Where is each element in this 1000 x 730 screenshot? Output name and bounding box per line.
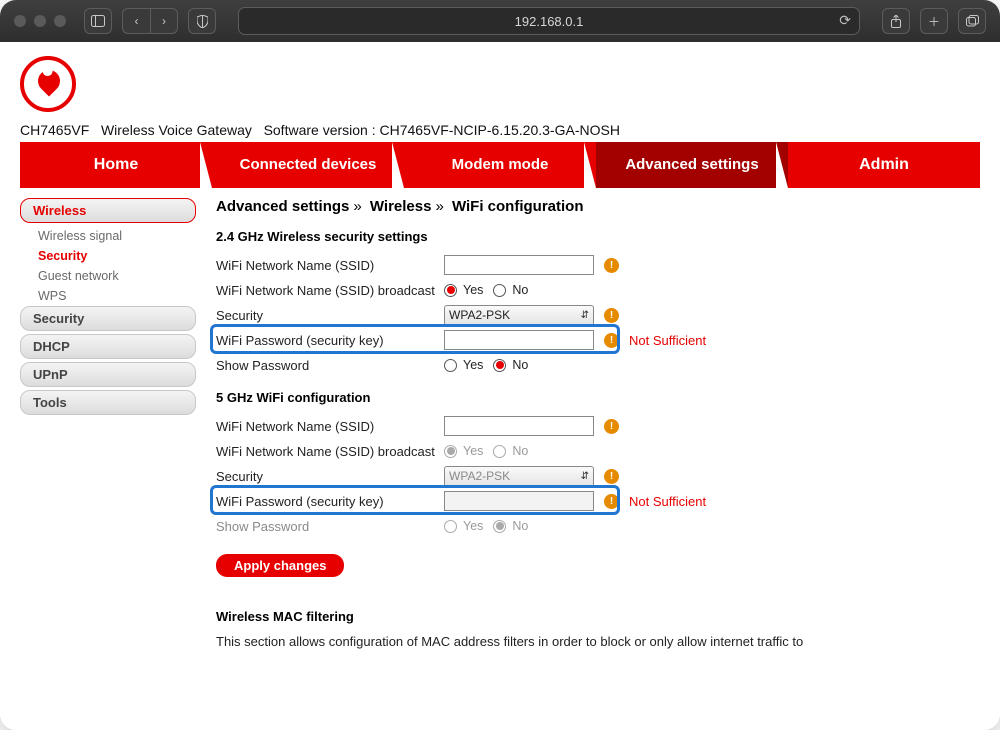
chevron-updown-icon: ⇵ xyxy=(581,471,589,482)
sidebar-sub-wps[interactable]: WPS xyxy=(20,286,196,306)
radio-bcast5-yes xyxy=(444,445,457,458)
back-button[interactable]: ‹ xyxy=(122,8,150,34)
warning-icon: ! xyxy=(604,258,619,273)
input-ssid-24[interactable] xyxy=(444,255,594,275)
sidebar-item-tools[interactable]: Tools xyxy=(20,390,196,415)
select-security-24[interactable]: WPA2-PSK⇵ xyxy=(444,305,594,326)
radio-show5-no xyxy=(493,520,506,533)
not-sufficient-text: Not Sufficient xyxy=(629,333,706,348)
radio-bcast5-no xyxy=(493,445,506,458)
section-24ghz-title: 2.4 GHz Wireless security settings xyxy=(216,229,980,244)
radio-show24-no[interactable] xyxy=(493,359,506,372)
sidebar-item-dhcp[interactable]: DHCP xyxy=(20,334,196,359)
share-icon[interactable] xyxy=(882,8,910,34)
warning-icon: ! xyxy=(604,469,619,484)
apply-changes-button[interactable]: Apply changes xyxy=(216,554,344,577)
input-ssid-5[interactable] xyxy=(444,416,594,436)
tab-home[interactable]: Home xyxy=(20,142,212,188)
close-dot[interactable] xyxy=(14,15,26,27)
warning-icon: ! xyxy=(604,494,619,509)
warning-icon: ! xyxy=(604,308,619,323)
breadcrumb: Advanced settings» Wireless» WiFi config… xyxy=(216,198,980,215)
sidebar-toggle-icon[interactable] xyxy=(84,8,112,34)
sidebar-sub-guest-network[interactable]: Guest network xyxy=(20,266,196,286)
label-show-24: Show Password xyxy=(216,358,444,373)
sidebar-sub-wireless-signal[interactable]: Wireless signal xyxy=(20,226,196,246)
label-sec-24: Security xyxy=(216,308,444,323)
minimize-dot[interactable] xyxy=(34,15,46,27)
main-tabs: Home Connected devices Modem mode Advanc… xyxy=(20,142,980,188)
sw-label: Software version : xyxy=(264,122,376,138)
chevron-updown-icon: ⇵ xyxy=(581,310,589,321)
warning-icon: ! xyxy=(604,419,619,434)
label-pwd-24: WiFi Password (security key) xyxy=(216,333,444,348)
radio-show24-yes[interactable] xyxy=(444,359,457,372)
warning-icon: ! xyxy=(604,333,619,348)
url-text: 192.168.0.1 xyxy=(515,14,584,29)
device-type: Wireless Voice Gateway xyxy=(101,122,252,138)
window-controls xyxy=(14,15,66,27)
tab-modem-mode[interactable]: Modem mode xyxy=(404,142,596,188)
tabs-overview-icon[interactable] xyxy=(958,8,986,34)
device-model: CH7465VF xyxy=(20,122,89,138)
label-pwd-5: WiFi Password (security key) xyxy=(216,494,444,509)
reload-icon[interactable]: ⟳ xyxy=(839,12,851,29)
tab-advanced-settings[interactable]: Advanced settings xyxy=(596,142,788,188)
radio-bcast24-yes[interactable] xyxy=(444,284,457,297)
sw-version: CH7465VF-NCIP-6.15.20.3-GA-NOSH xyxy=(380,122,620,138)
device-info: CH7465VF Wireless Voice Gateway Software… xyxy=(20,122,980,138)
shield-icon[interactable] xyxy=(188,8,216,34)
tab-admin[interactable]: Admin xyxy=(788,142,980,188)
nav-buttons: ‹ › xyxy=(122,8,178,34)
tab-connected-devices[interactable]: Connected devices xyxy=(212,142,404,188)
label-ssid-24: WiFi Network Name (SSID) xyxy=(216,258,444,273)
radio-bcast24-no[interactable] xyxy=(493,284,506,297)
vodafone-logo xyxy=(20,56,76,112)
sidebar-item-wireless[interactable]: Wireless xyxy=(20,198,196,223)
input-password-5[interactable] xyxy=(444,491,594,511)
select-security-5[interactable]: WPA2-PSK⇵ xyxy=(444,466,594,487)
label-sec-5: Security xyxy=(216,469,444,484)
section-5ghz-title: 5 GHz WiFi configuration xyxy=(216,390,980,405)
sidebar-item-upnp[interactable]: UPnP xyxy=(20,362,196,387)
main-panel: Advanced settings» Wireless» WiFi config… xyxy=(206,198,980,649)
label-bcast-5: WiFi Network Name (SSID) broadcast xyxy=(216,444,444,459)
mac-filtering-title: Wireless MAC filtering xyxy=(216,609,980,624)
address-bar[interactable]: 192.168.0.1 ⟳ xyxy=(238,7,860,35)
label-show-5: Show Password xyxy=(216,519,444,534)
input-password-24[interactable] xyxy=(444,330,594,350)
browser-titlebar: ‹ › 192.168.0.1 ⟳ ＋ xyxy=(0,0,1000,42)
sidebar-item-security[interactable]: Security xyxy=(20,306,196,331)
label-ssid-5: WiFi Network Name (SSID) xyxy=(216,419,444,434)
not-sufficient-text: Not Sufficient xyxy=(629,494,706,509)
mac-filtering-text: This section allows configuration of MAC… xyxy=(216,634,980,649)
new-tab-icon[interactable]: ＋ xyxy=(920,8,948,34)
forward-button[interactable]: › xyxy=(150,8,178,34)
zoom-dot[interactable] xyxy=(54,15,66,27)
radio-show5-yes xyxy=(444,520,457,533)
sidebar-sub-security[interactable]: Security xyxy=(20,246,196,266)
label-bcast-24: WiFi Network Name (SSID) broadcast xyxy=(216,283,444,298)
sidebar: Wireless Wireless signal Security Guest … xyxy=(20,198,206,649)
